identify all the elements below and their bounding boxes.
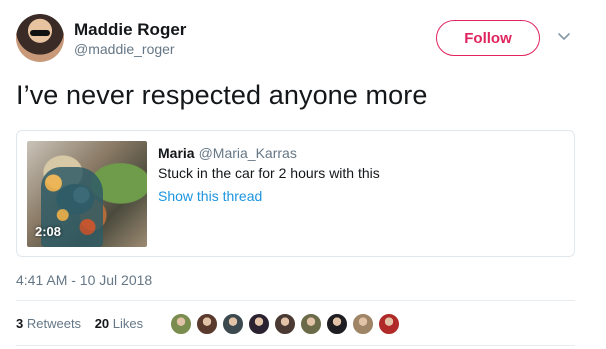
follow-button[interactable]: Follow bbox=[436, 20, 540, 56]
author-avatar[interactable] bbox=[16, 14, 64, 62]
likes-count: 20 bbox=[94, 316, 110, 331]
show-thread-link[interactable]: Show this thread bbox=[158, 188, 262, 204]
author-handle[interactable]: @maddie_roger bbox=[74, 41, 175, 57]
author-display-name[interactable]: Maddie Roger bbox=[74, 20, 186, 40]
divider bbox=[16, 345, 575, 346]
liker-avatars bbox=[170, 313, 404, 335]
tweet-timestamp[interactable]: 4:41 AM - 10 Jul 2018 bbox=[16, 272, 152, 288]
liker-avatar-6[interactable] bbox=[300, 313, 322, 335]
liker-avatar-2[interactable] bbox=[196, 313, 218, 335]
chevron-down-icon[interactable] bbox=[558, 32, 570, 42]
liker-avatar-5[interactable] bbox=[274, 313, 296, 335]
liker-avatar-1[interactable] bbox=[170, 313, 192, 335]
retweets-stat[interactable]: 3 Retweets bbox=[16, 316, 81, 331]
likes-label: Likes bbox=[112, 316, 144, 331]
sunglasses-graphic bbox=[30, 30, 50, 36]
tweet-text: I’ve never respected anyone more bbox=[16, 80, 428, 110]
retweets-count: 3 bbox=[16, 316, 24, 331]
video-duration: 2:08 bbox=[35, 224, 62, 239]
quoted-tweet-text: Stuck in the car for 2 hours with this bbox=[158, 165, 380, 181]
liker-avatar-4[interactable] bbox=[248, 313, 270, 335]
quoted-tweet-card[interactable]: 2:08 Maria @Maria_Karras Stuck in the car… bbox=[16, 130, 575, 257]
quoted-author-name: Maria bbox=[158, 145, 195, 161]
quoted-author-handle: @Maria_Karras bbox=[198, 145, 297, 161]
likes-stat[interactable]: 20 Likes bbox=[95, 316, 143, 331]
engagement-stats: 3 Retweets 20 Likes bbox=[16, 316, 153, 331]
liker-avatar-7[interactable] bbox=[326, 313, 348, 335]
liker-avatar-9[interactable] bbox=[378, 313, 400, 335]
liker-avatar-3[interactable] bbox=[222, 313, 244, 335]
video-thumbnail[interactable]: 2:08 bbox=[27, 141, 147, 247]
retweets-label: Retweets bbox=[26, 316, 82, 331]
liker-avatar-8[interactable] bbox=[352, 313, 374, 335]
tweet: Maddie Roger @maddie_roger Follow I’ve n… bbox=[0, 0, 606, 349]
quoted-author: Maria @Maria_Karras bbox=[158, 145, 297, 161]
divider bbox=[16, 300, 575, 301]
